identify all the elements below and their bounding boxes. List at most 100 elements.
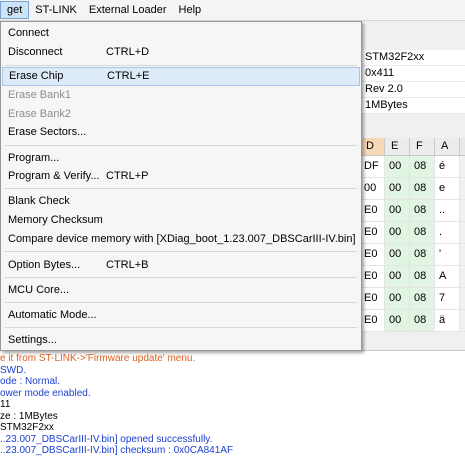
menu-target[interactable]: get bbox=[0, 1, 30, 19]
menu-item-disconnect[interactable]: Disconnect CTRL+D bbox=[2, 43, 360, 62]
menu-item-settings[interactable]: Settings... bbox=[2, 331, 360, 350]
menu-item-erase-bank1: Erase Bank1 bbox=[2, 86, 360, 105]
menu-item-label: Compare device memory with [XDiag_boot_1… bbox=[8, 233, 356, 245]
log-line: SWD. bbox=[0, 364, 27, 376]
memory-cell: A bbox=[435, 266, 460, 287]
memory-cell: E0 bbox=[360, 244, 385, 265]
memory-cell: 00 bbox=[385, 288, 410, 309]
memory-cell: e bbox=[435, 178, 460, 199]
menu-item-label: Erase Chip bbox=[9, 70, 64, 82]
menu-item-label: Memory Checksum bbox=[8, 214, 103, 226]
column-header[interactable]: F bbox=[410, 138, 435, 155]
menu-item-shortcut: CTRL+P bbox=[106, 170, 149, 182]
flash-size: 1MBytes bbox=[360, 98, 465, 114]
memory-row[interactable]: E0 00 08. bbox=[360, 222, 465, 244]
memory-cell: 08 bbox=[410, 244, 435, 265]
memory-cell: E0 bbox=[360, 222, 385, 243]
memory-cell: 08 bbox=[410, 222, 435, 243]
memory-row[interactable]: 00 00 08 e bbox=[360, 178, 465, 200]
menu-item-label: Connect bbox=[8, 27, 49, 39]
memory-cell: 00 bbox=[385, 222, 410, 243]
menu-st-link[interactable]: ST-LINK bbox=[29, 1, 83, 19]
memory-cell: ' bbox=[435, 244, 460, 265]
menu-item-shortcut: CTRL+D bbox=[106, 46, 150, 58]
menu-separator bbox=[5, 145, 357, 146]
log-line: STM32F2xx bbox=[0, 422, 54, 433]
memory-cell: é bbox=[435, 156, 460, 177]
menu-item-automatic-mode[interactable]: Automatic Mode... bbox=[2, 306, 360, 325]
log-panel: e it from ST-LINK->'Firmware update' men… bbox=[0, 350, 465, 468]
menu-help[interactable]: Help bbox=[173, 1, 208, 19]
menu-item-label: Erase Sectors... bbox=[8, 126, 87, 138]
menu-bar: get ST-LINK External Loader Help bbox=[0, 0, 465, 21]
menu-item-label: MCU Core... bbox=[8, 284, 70, 296]
menu-item-erase-sectors[interactable]: Erase Sectors... bbox=[2, 123, 360, 142]
menu-item-mcu-core[interactable]: MCU Core... bbox=[2, 281, 360, 300]
menu-item-shortcut: CTRL+E bbox=[107, 70, 150, 82]
menu-item-label: Erase Bank1 bbox=[8, 89, 71, 101]
memory-row[interactable]: E0 00 08 A bbox=[360, 266, 465, 288]
menu-item-program-verify[interactable]: Program & Verify... CTRL+P bbox=[2, 167, 360, 186]
menu-item-connect[interactable]: Connect bbox=[2, 24, 360, 43]
memory-cell: 00 bbox=[385, 178, 410, 199]
menu-separator bbox=[5, 327, 357, 328]
memory-cell: 00 bbox=[385, 266, 410, 287]
log-line: 11 bbox=[0, 399, 11, 410]
memory-cell: 08 bbox=[410, 266, 435, 287]
memory-row[interactable]: E0 00 08.. bbox=[360, 200, 465, 222]
memory-cell: DF bbox=[360, 156, 385, 177]
menu-item-label: Disconnect bbox=[8, 46, 63, 58]
menu-item-option-bytes[interactable]: Option Bytes... CTRL+B bbox=[2, 256, 360, 275]
memory-cell: E0 bbox=[360, 310, 385, 331]
device-info-panel: STM32F2xx 0x411 Rev 2.0 1MBytes bbox=[360, 50, 465, 114]
menu-item-compare-memory[interactable]: Compare device memory with [XDiag_boot_1… bbox=[2, 230, 360, 249]
menu-separator bbox=[5, 302, 357, 303]
menu-item-label: Option Bytes... bbox=[8, 259, 81, 271]
memory-cell: 08 bbox=[410, 156, 435, 177]
log-line: ower mode enabled. bbox=[0, 387, 91, 399]
memory-cell: 00 bbox=[385, 244, 410, 265]
memory-cell: 08 bbox=[410, 288, 435, 309]
log-line: ze : 1MBytes bbox=[0, 410, 58, 422]
column-header[interactable]: E bbox=[385, 138, 410, 155]
menu-item-program[interactable]: Program... bbox=[2, 149, 360, 168]
menu-separator bbox=[5, 65, 357, 66]
log-line: ..23.007_DBSCarIII-IV.bin] checksum : 0x… bbox=[0, 445, 234, 456]
menu-item-label: Settings... bbox=[8, 334, 57, 346]
memory-cell: 7 bbox=[435, 288, 460, 309]
menu-item-label: Automatic Mode... bbox=[8, 309, 97, 321]
menu-separator bbox=[5, 277, 357, 278]
memory-cell: 08 bbox=[410, 200, 435, 221]
memory-cell: 08 bbox=[410, 178, 435, 199]
memory-row[interactable]: E0 00 08 ä bbox=[360, 310, 465, 332]
menu-item-erase-chip[interactable]: Erase Chip CTRL+E bbox=[2, 67, 360, 86]
device-revision: Rev 2.0 bbox=[360, 82, 465, 98]
menu-item-label: Erase Bank2 bbox=[8, 108, 71, 120]
memory-cell: 08 bbox=[410, 310, 435, 331]
log-line: ode : Normal. bbox=[0, 376, 61, 387]
memory-row[interactable]: E0 00 08 ' bbox=[360, 244, 465, 266]
column-header[interactable]: A bbox=[435, 138, 460, 155]
menu-separator bbox=[5, 251, 357, 252]
menu-item-blank-check[interactable]: Blank Check bbox=[2, 192, 360, 211]
device-id: 0x411 bbox=[360, 66, 465, 82]
memory-row[interactable]: E0 00 08 7 bbox=[360, 288, 465, 310]
menu-item-memory-checksum[interactable]: Memory Checksum bbox=[2, 211, 360, 230]
memory-cell: 00 bbox=[385, 200, 410, 221]
menu-external-loader[interactable]: External Loader bbox=[83, 1, 173, 19]
menu-item-shortcut: CTRL+B bbox=[106, 259, 149, 271]
memory-cell: 00 bbox=[385, 310, 410, 331]
menu-item-label: Blank Check bbox=[8, 195, 70, 207]
memory-cell: E0 bbox=[360, 288, 385, 309]
menu-item-erase-bank2: Erase Bank2 bbox=[2, 105, 360, 124]
memory-cell: E0 bbox=[360, 266, 385, 287]
memory-cell: 00 bbox=[360, 178, 385, 199]
memory-cell: E0 bbox=[360, 200, 385, 221]
memory-grid[interactable]: DF 00 08 é 00 00 08 e E0 00 08.. E0 00 08. E0 00 08 ' E0 00… bbox=[360, 156, 465, 332]
menu-separator bbox=[5, 188, 357, 189]
column-header[interactable]: D bbox=[360, 138, 385, 155]
menu-item-label: Program... bbox=[8, 152, 60, 164]
memory-row[interactable]: DF 00 08 é bbox=[360, 156, 465, 178]
log-line: ..23.007_DBSCarIII-IV.bin] opened succes… bbox=[0, 433, 213, 445]
log-line: e it from ST-LINK->'Firmware update' men… bbox=[0, 353, 196, 364]
